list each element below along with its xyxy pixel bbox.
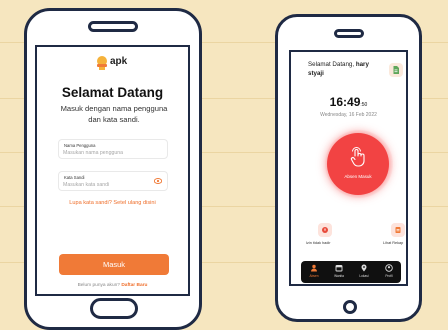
rekap-button[interactable] xyxy=(391,223,405,237)
date-text: Wednesday, 16 Feb 2022 xyxy=(320,112,377,118)
home-screen: Selamat Datang, hary styaji 16:49:50 Wed… xyxy=(289,50,408,286)
absen-label: Absen Masuk xyxy=(344,174,372,179)
user-icon xyxy=(311,264,317,272)
izin-icon xyxy=(322,227,328,233)
phone-home-button[interactable] xyxy=(90,298,138,319)
clock-time: 16:49 xyxy=(329,95,361,109)
username-label: Nama Pengguna xyxy=(64,143,96,148)
document-button[interactable] xyxy=(389,63,403,77)
eye-icon[interactable] xyxy=(154,178,162,184)
phone-speaker xyxy=(334,29,364,38)
login-screen: apk Selamat Datang Masuk dengan nama pen… xyxy=(35,45,190,296)
absen-masuk-button[interactable]: Absen Masuk xyxy=(327,133,389,195)
nav-item-lokasi[interactable]: Lokasi xyxy=(353,264,375,281)
rekap-icon xyxy=(395,227,401,233)
app-logo: apk xyxy=(95,55,145,75)
clock: 16:49:50 xyxy=(291,95,406,109)
register-link[interactable]: Daftar Baru xyxy=(121,283,147,288)
location-icon xyxy=(361,264,367,272)
bottom-nav: Absen Wanita Lokasi Profil xyxy=(301,261,401,283)
izin-button[interactable] xyxy=(318,223,332,237)
login-button[interactable]: Masuk xyxy=(59,254,169,275)
nav-item-profil[interactable]: Profil xyxy=(378,264,400,281)
hand-tap-icon xyxy=(350,147,365,167)
izin-label: Izin tidak hadir xyxy=(306,241,331,245)
username-field: Nama Pengguna xyxy=(58,139,168,159)
greeting: Selamat Datang, hary styaji xyxy=(308,61,380,78)
phone-speaker xyxy=(88,21,138,32)
nav-label: Absen xyxy=(309,274,319,278)
password-input[interactable] xyxy=(63,181,151,189)
rekap-label: Lihat Rekap xyxy=(383,241,404,245)
clock-seconds: :50 xyxy=(360,102,368,108)
logo-text: apk xyxy=(110,56,128,67)
profile-icon xyxy=(385,264,393,272)
hat-icon xyxy=(97,56,107,70)
phone-home-button[interactable] xyxy=(343,300,357,314)
forgot-password-link[interactable]: Lupa kata sandi? Setel ulang disini xyxy=(37,200,188,206)
password-field: Kata Sandi xyxy=(58,171,168,191)
password-label: Kata Sandi xyxy=(64,175,85,180)
document-icon xyxy=(393,66,399,74)
greeting-prefix: Selamat Datang, xyxy=(308,61,355,68)
nav-label: Profil xyxy=(385,274,393,278)
nav-label: Lokasi xyxy=(359,274,369,278)
nav-item-absen[interactable]: Absen xyxy=(303,264,325,281)
page-subtitle: Masuk dengan nama pengguna dan kata sand… xyxy=(60,104,168,124)
register-prompt: Belum punya akun? Daftar Baru xyxy=(37,283,188,288)
nav-label: Wanita xyxy=(334,274,344,278)
calendar-icon xyxy=(335,265,343,272)
page-title: Selamat Datang xyxy=(61,85,164,100)
nav-item-wanita[interactable]: Wanita xyxy=(328,264,350,281)
username-input[interactable] xyxy=(63,149,151,157)
register-prompt-text: Belum punya akun? xyxy=(77,283,120,288)
